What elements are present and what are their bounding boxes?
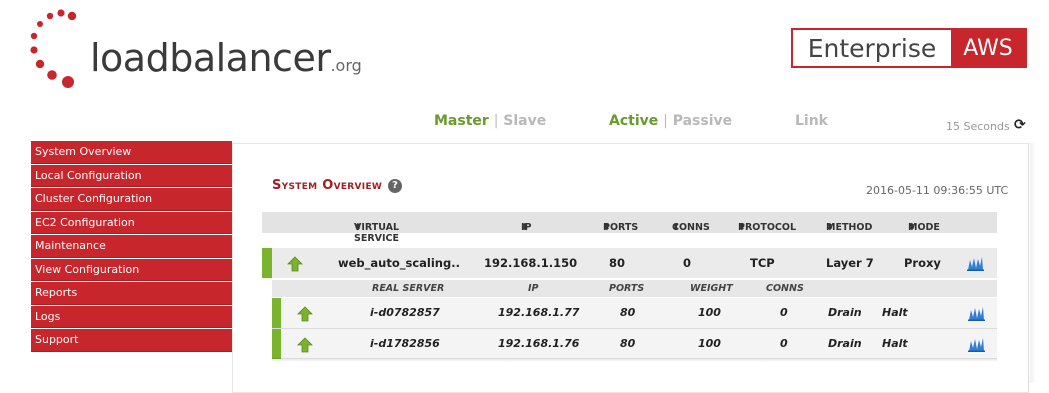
timestamp: 2016-05-11 09:36:55 UTC — [866, 184, 1009, 197]
rs-conns: 0 — [780, 306, 788, 319]
sort-icon: ⬍ — [672, 222, 680, 233]
active-status[interactable]: Active — [609, 113, 658, 129]
link-status: Link — [795, 113, 828, 129]
sidebar-item-reports[interactable]: Reports — [31, 282, 232, 305]
vs-table-header: VIRTUAL SERVICE ⬍ IP ⬍ PORTS ⬍ CONNS ⬍ P… — [262, 212, 997, 244]
logo-suffix-text: .org — [330, 56, 362, 75]
help-icon[interactable]: ? — [388, 179, 402, 193]
up-arrow-icon — [297, 306, 313, 322]
rows-shadow — [272, 358, 997, 362]
vs-ports: 80 — [609, 256, 626, 270]
logo-dots-icon — [30, 9, 77, 88]
real-server-row[interactable]: i-d1782856 192.168.1.76 80 100 0 Drain H… — [272, 329, 997, 359]
badge-edition-label: Enterprise — [807, 33, 937, 63]
vs-ip: 192.168.1.150 — [484, 256, 578, 270]
rs-table-header: REAL SERVER IP PORTS WEIGHT CONNS — [272, 280, 997, 297]
rs-ports: 80 — [620, 306, 636, 319]
vs-conns: 0 — [683, 256, 692, 270]
rs-ip: 192.168.1.77 — [498, 306, 580, 319]
master-slave-status: Master | Slave — [434, 113, 546, 129]
graph-icon[interactable] — [967, 256, 984, 271]
badge-platform-label: AWS — [951, 30, 1025, 66]
refresh-interval[interactable]: 15 Seconds — [946, 120, 1010, 133]
rs-ports: 80 — [620, 337, 636, 350]
slave-status[interactable]: Slave — [503, 113, 546, 129]
rs-status-bar — [272, 298, 281, 328]
up-arrow-icon — [287, 256, 303, 272]
rs-col-conns: CONNS — [766, 283, 804, 294]
sidebar-item-logs[interactable]: Logs — [31, 305, 232, 328]
rs-status-bar — [272, 329, 281, 359]
sidebar-item-local-configuration[interactable]: Local Configuration — [31, 164, 232, 187]
rs-conns: 0 — [780, 337, 788, 350]
logo-text: loadbalancer.org — [90, 36, 362, 80]
halt-button[interactable]: Halt — [882, 306, 908, 319]
sort-icon: ⬍ — [908, 222, 916, 233]
vs-method: Layer 7 — [826, 256, 874, 270]
loadbalancer-logo: loadbalancer.org — [28, 8, 362, 96]
vs-protocol: TCP — [750, 256, 775, 270]
passive-status[interactable]: Passive — [673, 113, 732, 129]
drain-button[interactable]: Drain — [828, 306, 862, 319]
link-status-label[interactable]: Link — [795, 113, 828, 129]
sidebar-item-support[interactable]: Support — [31, 329, 232, 352]
up-arrow-icon — [297, 337, 313, 353]
sidebar-item-view-configuration[interactable]: View Configuration — [31, 258, 232, 281]
rs-col-weight: WEIGHT — [690, 283, 733, 294]
sidebar-item-maintenance[interactable]: Maintenance — [31, 235, 232, 258]
graph-icon[interactable] — [968, 337, 985, 352]
edition-badge: Enterprise AWS — [791, 28, 1027, 68]
vs-name[interactable]: web_auto_scaling.. — [338, 256, 460, 270]
halt-button[interactable]: Halt — [882, 337, 908, 350]
sidebar-item-system-overview[interactable]: System Overview — [31, 141, 232, 164]
logo-main-text: loadbalancer — [90, 36, 331, 80]
rs-weight: 100 — [698, 306, 721, 319]
graph-icon[interactable] — [968, 306, 985, 321]
sort-icon: ⬍ — [826, 222, 834, 233]
vs-status-bar — [262, 248, 272, 278]
col-protocol-label: PROTOCOL — [738, 222, 797, 233]
sidebar-nav: System Overview Local Configuration Clus… — [31, 141, 232, 353]
sort-icon: ⬍ — [521, 222, 529, 233]
real-server-row[interactable]: i-d0782857 192.168.1.77 80 100 0 Drain H… — [272, 298, 997, 328]
sort-icon: ⬍ — [354, 222, 362, 233]
page-title: System Overview — [272, 178, 383, 193]
virtual-service-row[interactable]: web_auto_scaling.. 192.168.1.150 80 0 TC… — [262, 248, 997, 278]
sidebar-item-cluster-configuration[interactable]: Cluster Configuration — [31, 188, 232, 211]
panel-shadow — [1030, 143, 1036, 383]
sort-icon: ⬍ — [603, 222, 611, 233]
rs-weight: 100 — [698, 337, 721, 350]
rs-col-ip: IP — [528, 283, 539, 294]
status-separator: | — [663, 113, 668, 129]
rs-ip: 192.168.1.76 — [498, 337, 580, 350]
rs-name[interactable]: i-d1782856 — [370, 337, 440, 350]
rs-name[interactable]: i-d0782857 — [370, 306, 440, 319]
active-passive-status: Active | Passive — [609, 113, 732, 129]
refresh-icon[interactable]: ⟳ — [1014, 117, 1026, 133]
vs-mode: Proxy — [904, 256, 941, 270]
status-separator: | — [493, 113, 499, 129]
rs-col-ports: PORTS — [609, 283, 645, 294]
drain-button[interactable]: Drain — [828, 337, 862, 350]
master-status[interactable]: Master — [434, 113, 489, 129]
sort-icon: ⬍ — [738, 222, 746, 233]
sidebar-item-ec2-configuration[interactable]: EC2 Configuration — [31, 211, 232, 234]
rs-col-real-server: REAL SERVER — [372, 283, 445, 294]
